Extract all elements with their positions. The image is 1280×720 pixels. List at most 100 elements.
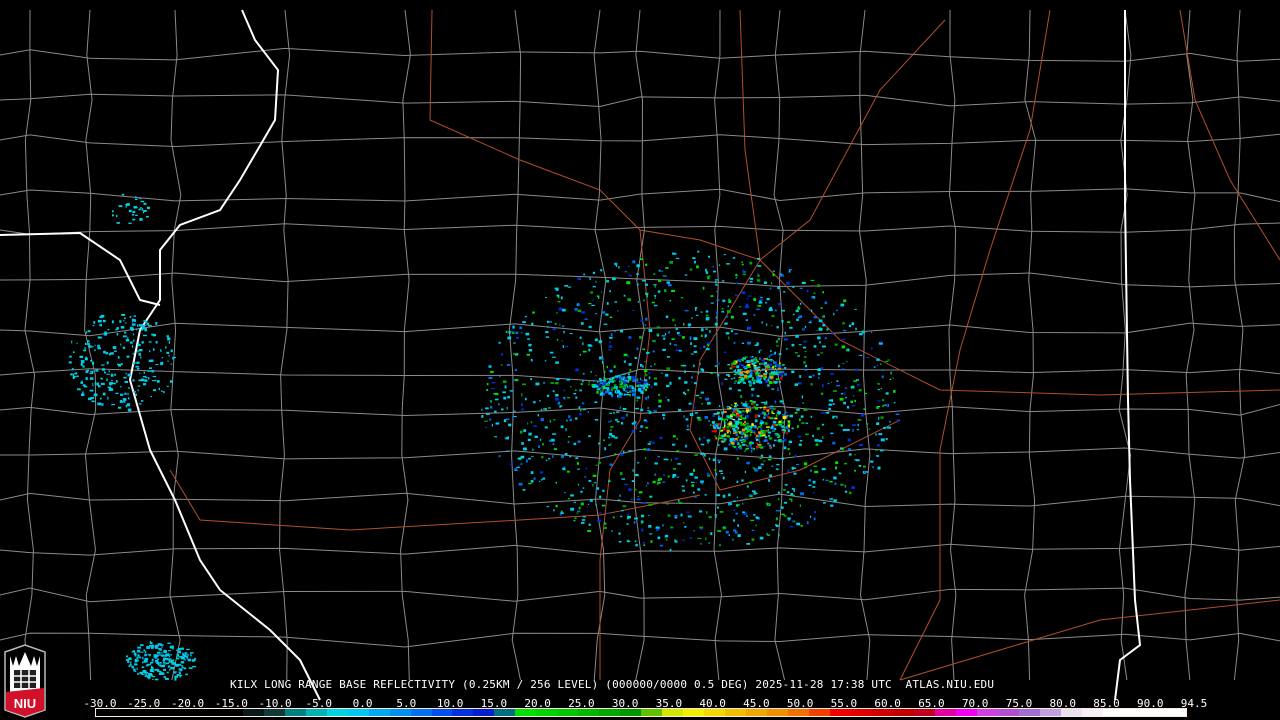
echo-pixel xyxy=(740,395,743,398)
echo-pixel xyxy=(114,350,117,352)
echo-pixel xyxy=(162,663,167,665)
echo-pixel xyxy=(643,544,646,546)
echo-pixel xyxy=(744,420,746,424)
echo-pixel xyxy=(486,389,489,391)
echo-pixel xyxy=(81,361,85,364)
echo-pixel xyxy=(573,442,577,446)
echo-pixel xyxy=(714,322,718,326)
echo-pixel xyxy=(610,388,613,392)
echo-pixel xyxy=(600,380,603,382)
scale-swatch xyxy=(1102,709,1124,716)
echo-pixel xyxy=(687,389,690,392)
echo-pixel xyxy=(757,443,762,446)
echo-pixel xyxy=(755,469,759,471)
site-link[interactable]: ATLAS.NIU.EDU xyxy=(906,678,995,691)
echo-pixel xyxy=(636,396,641,399)
echo-pixel xyxy=(609,336,613,339)
echo-pixel xyxy=(794,383,798,386)
echo-pixel xyxy=(667,399,670,402)
echo-pixel xyxy=(770,375,774,379)
echo-pixel xyxy=(552,455,554,458)
echo-pixel xyxy=(137,385,141,387)
echo-pixel xyxy=(749,277,754,280)
echo-pixel xyxy=(751,402,753,405)
echo-pixel xyxy=(718,444,720,446)
echo-pixel xyxy=(155,364,159,365)
echo-pixel xyxy=(608,479,611,481)
echo-pixel xyxy=(587,411,589,413)
echo-pixel xyxy=(795,309,799,313)
echo-pixel xyxy=(505,330,508,333)
echo-pixel xyxy=(710,295,714,297)
echo-pixel xyxy=(817,336,821,340)
echo-pixel xyxy=(778,381,780,383)
echo-pixel xyxy=(765,370,767,373)
echo-pixel xyxy=(747,326,752,330)
echo-pixel xyxy=(719,470,723,472)
echo-pixel xyxy=(835,466,838,470)
echo-pixel xyxy=(789,452,791,455)
echo-pixel xyxy=(564,453,568,456)
echo-pixel xyxy=(788,440,793,443)
echo-pixel xyxy=(890,371,892,375)
echo-pixel xyxy=(633,521,636,524)
echo-pixel xyxy=(734,437,738,440)
echo-pixel xyxy=(733,341,736,344)
echo-pixel xyxy=(674,539,676,541)
echo-pixel xyxy=(133,391,136,393)
echo-pixel xyxy=(852,385,855,387)
echo-pixel xyxy=(129,315,132,318)
echo-pixel xyxy=(834,482,837,485)
echo-pixel xyxy=(643,542,645,544)
echo-pixel xyxy=(812,374,815,377)
echo-pixel xyxy=(711,265,714,268)
echo-pixel xyxy=(817,368,821,372)
echo-pixel xyxy=(628,363,632,366)
echo-pixel xyxy=(796,464,800,465)
echo-pixel xyxy=(636,264,640,268)
echo-pixel xyxy=(156,651,161,654)
echo-pixel xyxy=(844,490,848,493)
echo-pixel xyxy=(778,498,780,501)
echo-pixel xyxy=(131,665,134,669)
echo-pixel xyxy=(606,365,609,369)
echo-pixel xyxy=(119,399,123,403)
echo-pixel xyxy=(602,504,605,506)
echo-pixel xyxy=(128,397,130,400)
echo-pixel xyxy=(786,415,789,417)
echo-pixel xyxy=(524,315,527,318)
echo-pixel xyxy=(87,340,90,343)
echo-pixel xyxy=(643,448,647,450)
radar-viewer: KILX LONG RANGE BASE REFLECTIVITY (0.25K… xyxy=(0,0,1280,720)
echo-pixel xyxy=(658,478,662,481)
echo-pixel xyxy=(704,416,708,419)
echo-pixel xyxy=(778,372,783,376)
echo-pixel xyxy=(590,371,592,373)
echo-pixel xyxy=(563,397,566,399)
echo-pixel xyxy=(516,353,519,355)
echo-pixel xyxy=(126,659,130,661)
echo-pixel xyxy=(178,650,182,654)
echo-pixel xyxy=(830,498,832,501)
echo-pixel xyxy=(150,646,154,648)
scale-swatch xyxy=(494,709,516,716)
echo-pixel xyxy=(609,378,611,381)
echo-pixel xyxy=(130,661,132,664)
echo-pixel xyxy=(825,479,829,481)
echo-pixel xyxy=(132,210,136,213)
echo-pixel xyxy=(736,448,738,451)
echo-pixel xyxy=(714,365,717,367)
echo-pixel xyxy=(804,350,807,353)
echo-pixel xyxy=(636,384,639,387)
echo-pixel xyxy=(781,429,786,431)
echo-pixel xyxy=(91,400,95,403)
echo-pixel xyxy=(133,333,135,336)
echo-pixel xyxy=(852,405,856,407)
echo-pixel xyxy=(745,409,750,412)
echo-pixel xyxy=(720,429,724,432)
echo-pixel xyxy=(696,416,701,419)
echo-pixel xyxy=(753,364,757,367)
echo-pixel xyxy=(804,356,807,358)
echo-pixel xyxy=(714,455,717,457)
echo-pixel xyxy=(799,302,802,305)
